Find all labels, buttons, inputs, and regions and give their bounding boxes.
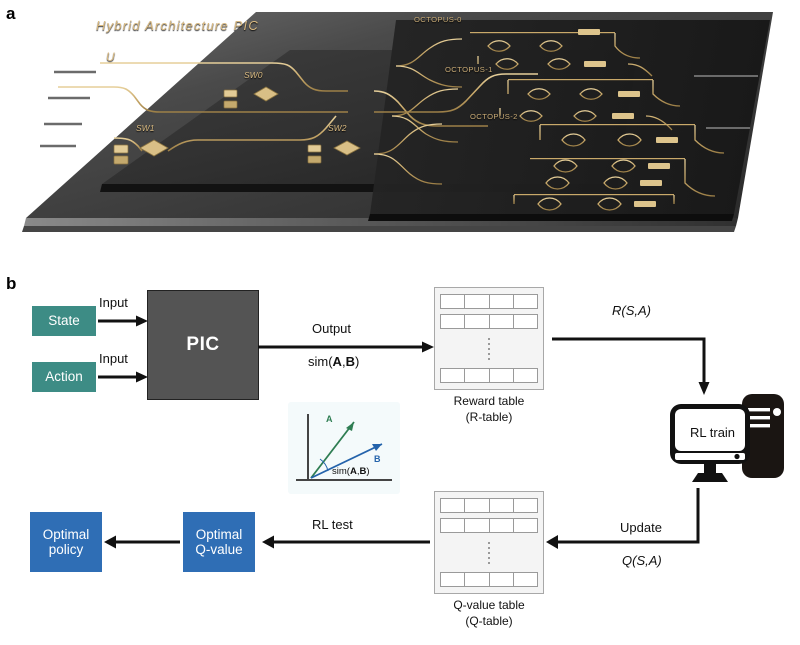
pic-chip-svg <box>22 12 773 232</box>
optimal-policy-line2: policy <box>48 542 84 557</box>
optimal-qvalue-label: Optimal Q-value <box>195 527 242 557</box>
output-formula: sim(A,B) <box>308 354 359 369</box>
reward-table[interactable] <box>434 287 544 390</box>
table-cell <box>465 519 490 532</box>
update-elbow-arrow <box>546 488 700 549</box>
table-row <box>440 294 538 309</box>
qvalue-caption-line1: Q-value table <box>453 598 525 612</box>
table-row <box>440 498 538 513</box>
panel-a-pic-render: a Hybrid Architecture PIC U SW0 SW1 SW2 … <box>0 0 800 262</box>
optimal-policy-arrow <box>104 535 180 549</box>
sim-suffix: ) <box>354 354 360 369</box>
table-cell <box>514 519 537 532</box>
pic-processor-block[interactable]: PIC <box>147 290 259 400</box>
panel-b-rl-flowchart: b State Action Input Input PIC Output si… <box>0 262 800 645</box>
table-cell <box>441 315 466 328</box>
pic-block-label: PIC <box>186 334 220 355</box>
qvalue-table-caption: Q-value table (Q-table) <box>434 598 544 629</box>
output-label: Output <box>312 321 352 336</box>
table-cell <box>490 499 514 512</box>
qvalue-table[interactable] <box>434 491 544 594</box>
table-cell <box>514 295 537 308</box>
table-cell <box>514 315 537 328</box>
table-cell <box>514 499 537 512</box>
reward-elbow-arrow <box>552 337 710 395</box>
state-box-label: State <box>48 313 80 329</box>
vector-similarity-svg <box>296 414 392 481</box>
table-cell <box>490 315 514 328</box>
update-formula: Q(S,A) <box>622 553 662 568</box>
inset-sim-a: A <box>349 466 357 477</box>
sim-vector-b: B <box>345 354 355 369</box>
output-arrow <box>258 341 434 353</box>
optimal-policy-box[interactable]: Optimal policy <box>30 512 102 572</box>
rl-train-label: RL train <box>690 425 736 440</box>
sim-vector-a: A <box>332 354 342 369</box>
table-cell <box>465 295 490 308</box>
inset-sim-suffix: ) <box>366 466 370 477</box>
table-cell <box>465 499 490 512</box>
action-box[interactable]: Action <box>32 362 96 392</box>
table-cell <box>465 315 490 328</box>
input-arrow-top <box>98 315 148 327</box>
vector-similarity-inset: A B sim(A,B) <box>288 402 400 494</box>
table-cell <box>514 573 537 586</box>
qvalue-caption-line2: (Q-table) <box>465 613 513 628</box>
optimal-policy-label: Optimal policy <box>43 527 90 557</box>
optimal-qvalue-line1: Optimal <box>195 526 243 542</box>
sim-prefix: sim( <box>308 354 333 369</box>
table-ellipsis <box>440 329 538 368</box>
reward-table-caption: Reward table (R-table) <box>434 394 544 425</box>
panel-b-letter: b <box>6 274 17 293</box>
chip-right-die <box>368 20 770 221</box>
table-cell <box>465 369 490 382</box>
state-box[interactable]: State <box>32 306 96 336</box>
input-arrow-bottom <box>98 371 148 383</box>
vector-sim-label: sim(A,B) <box>332 466 370 477</box>
input-label-top: Input <box>99 295 128 310</box>
table-cell <box>441 519 466 532</box>
rl-test-label: RL test <box>312 517 353 532</box>
table-row <box>440 572 538 587</box>
table-cell <box>514 369 537 382</box>
optimal-qvalue-box[interactable]: Optimal Q-value <box>183 512 255 572</box>
table-row <box>440 314 538 329</box>
table-row <box>440 368 538 383</box>
reward-arrow-label: R(S,A) <box>612 303 651 318</box>
table-cell <box>490 369 514 382</box>
table-cell <box>465 573 490 586</box>
rl-test-arrow <box>262 535 430 549</box>
action-box-label: Action <box>45 369 83 385</box>
vector-a-label: A <box>326 414 333 424</box>
table-cell <box>441 573 466 586</box>
table-cell <box>441 369 466 382</box>
optimal-policy-line1: Optimal <box>42 526 90 542</box>
table-cell <box>490 573 514 586</box>
input-label-bottom: Input <box>99 351 128 366</box>
table-row <box>440 518 538 533</box>
reward-caption-line2: (R-table) <box>465 409 513 424</box>
optimal-qvalue-line2: Q-value <box>195 542 243 557</box>
table-cell <box>490 519 514 532</box>
table-ellipsis <box>440 533 538 572</box>
table-cell <box>441 295 466 308</box>
reward-caption-line1: Reward table <box>453 394 525 408</box>
pic-chip-illustration: Hybrid Architecture PIC U SW0 SW1 SW2 OC… <box>18 6 783 256</box>
vector-b-label: B <box>374 454 381 464</box>
table-cell <box>490 295 514 308</box>
panel-a-letter: a <box>6 4 16 23</box>
inset-sim-prefix: sim( <box>332 466 350 477</box>
table-cell <box>441 499 466 512</box>
